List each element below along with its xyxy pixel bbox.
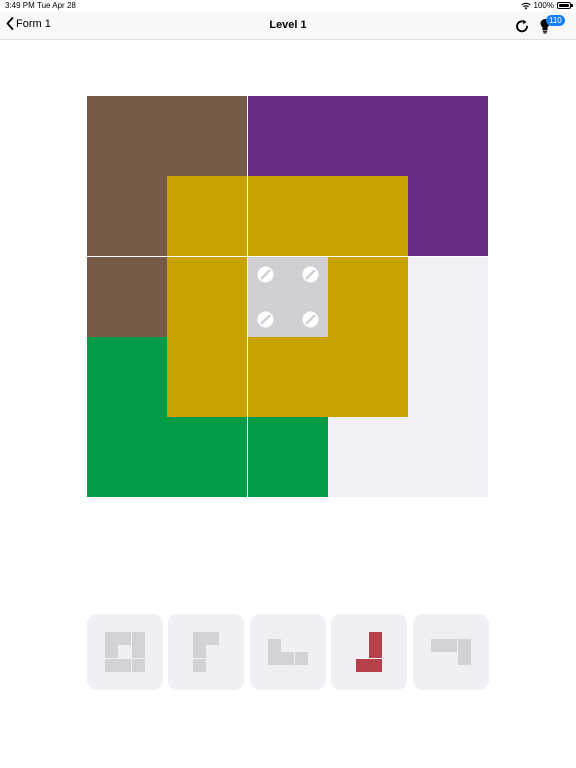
gold-piece-cell bbox=[167, 176, 247, 256]
piece-block bbox=[431, 639, 444, 652]
screw-icon bbox=[257, 311, 274, 328]
piece-tray bbox=[87, 614, 489, 690]
restart-icon[interactable] bbox=[514, 18, 530, 34]
piece-block bbox=[132, 659, 145, 672]
piece-block bbox=[206, 632, 219, 645]
piece-block bbox=[295, 652, 308, 665]
gold-piece-cell bbox=[248, 176, 328, 256]
hint-button[interactable]: 110 bbox=[538, 15, 565, 38]
piece-block bbox=[369, 632, 382, 645]
piece-block bbox=[105, 659, 118, 672]
piece-block bbox=[193, 645, 206, 658]
piece-block bbox=[118, 659, 131, 672]
piece-block bbox=[369, 645, 382, 658]
battery-icon bbox=[557, 2, 573, 9]
gold-piece-cell bbox=[167, 337, 247, 417]
piece-block bbox=[458, 639, 471, 652]
green-piece-cell bbox=[87, 337, 167, 417]
piece-block bbox=[132, 645, 145, 658]
status-bar: 3:49 PM Tue Apr 28 100% bbox=[0, 0, 576, 12]
brown-piece-cell bbox=[87, 96, 167, 176]
tray-slot-l-piece[interactable] bbox=[250, 614, 326, 690]
piece-block bbox=[268, 652, 281, 665]
screw-icon bbox=[257, 266, 274, 283]
green-piece-cell bbox=[248, 417, 328, 497]
brown-piece-cell bbox=[167, 96, 247, 176]
piece-block bbox=[369, 659, 382, 672]
green-piece-cell bbox=[167, 417, 247, 497]
wifi-icon bbox=[520, 2, 531, 9]
gold-piece-cell bbox=[167, 257, 247, 337]
gold-piece-cell bbox=[328, 337, 408, 417]
screw-icon bbox=[302, 311, 319, 328]
tray-slot-corner-piece[interactable] bbox=[168, 614, 244, 690]
gold-piece-cell bbox=[328, 257, 408, 337]
piece-block bbox=[356, 659, 369, 672]
battery-percent: 100% bbox=[533, 1, 554, 10]
piece-block bbox=[105, 632, 118, 645]
piece-block bbox=[193, 632, 206, 645]
tray-slot-j-piece[interactable] bbox=[331, 614, 407, 690]
status-indicators: 100% bbox=[520, 1, 573, 10]
game-board bbox=[87, 96, 488, 497]
empty-cell[interactable] bbox=[408, 257, 488, 337]
piece-block bbox=[132, 632, 145, 645]
level-title: Level 1 bbox=[269, 19, 307, 31]
navigation-bar: Form 1 Level 1 110 bbox=[0, 12, 576, 40]
piece-block bbox=[444, 639, 457, 652]
purple-piece-cell bbox=[328, 96, 408, 176]
purple-piece-cell bbox=[408, 96, 488, 176]
piece-block bbox=[118, 632, 131, 645]
piece-block bbox=[458, 652, 471, 665]
brown-piece-cell bbox=[87, 257, 167, 337]
piece-block bbox=[193, 659, 206, 672]
blocked-cell bbox=[248, 257, 328, 337]
screw-icon bbox=[302, 266, 319, 283]
green-piece-cell bbox=[87, 417, 167, 497]
status-date: Tue Apr 28 bbox=[37, 1, 76, 10]
brown-piece-cell bbox=[87, 176, 167, 256]
tray-slot-ring-piece[interactable] bbox=[87, 614, 163, 690]
piece-block bbox=[268, 639, 281, 652]
gold-piece-cell bbox=[248, 337, 328, 417]
purple-piece-cell bbox=[248, 96, 328, 176]
empty-cell[interactable] bbox=[408, 337, 488, 417]
piece-block bbox=[281, 652, 294, 665]
empty-cell[interactable] bbox=[328, 417, 408, 497]
tray-slot-hook-piece[interactable] bbox=[413, 614, 489, 690]
piece-block bbox=[105, 645, 118, 658]
status-time: 3:49 PM bbox=[5, 1, 35, 10]
hint-count-badge: 110 bbox=[546, 15, 565, 26]
empty-cell[interactable] bbox=[408, 417, 488, 497]
gold-piece-cell bbox=[328, 176, 408, 256]
purple-piece-cell bbox=[408, 176, 488, 256]
